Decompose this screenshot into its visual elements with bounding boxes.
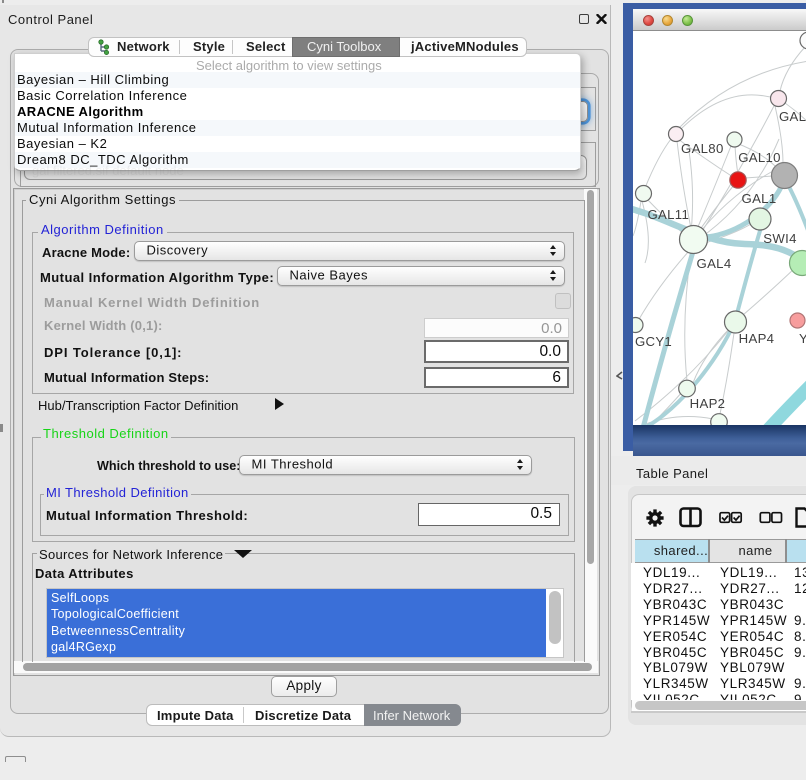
svg-text:GAL1: GAL1 [742, 191, 777, 206]
svg-text:GAL10: GAL10 [738, 150, 781, 165]
svg-text:GAL11: GAL11 [648, 207, 690, 222]
svg-text:GAL80: GAL80 [681, 141, 724, 156]
svg-text:SWI4: SWI4 [763, 231, 796, 246]
svg-text:GAL4: GAL4 [697, 256, 732, 271]
svg-text:HAP2: HAP2 [690, 396, 726, 411]
svg-text:Y: Y [799, 331, 806, 346]
svg-text:GCY1: GCY1 [635, 334, 672, 349]
svg-text:GAL7: GAL7 [779, 109, 806, 124]
svg-text:HAP4: HAP4 [739, 331, 775, 346]
